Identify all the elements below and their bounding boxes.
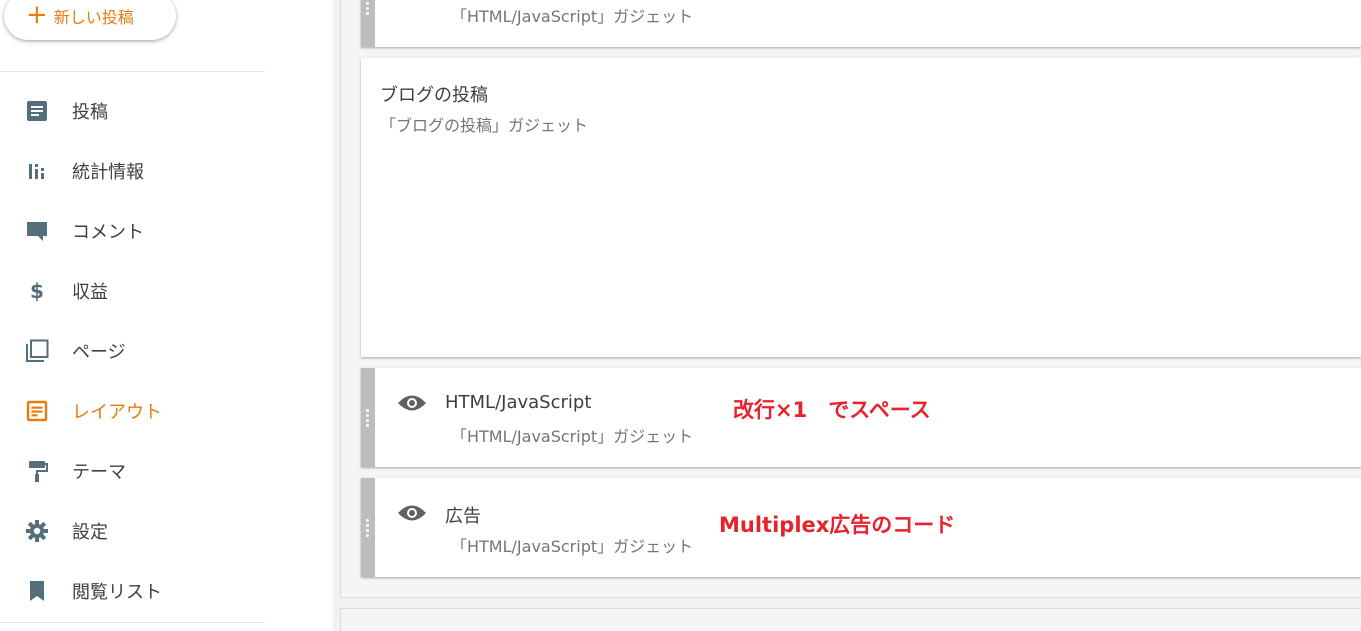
drag-handle[interactable] (361, 478, 375, 577)
gear-icon (24, 518, 50, 544)
drag-handle[interactable] (361, 0, 375, 47)
sidebar-item-label: テーマ (72, 462, 126, 483)
drag-dots-icon (366, 407, 370, 429)
sidebar: + 新しい投稿 投稿 統計情報 コメント $ 収益 ページ レイアウト テーマ … (0, 0, 333, 631)
gadget-card[interactable]: 「HTML/JavaScript」ガジェット (361, 0, 1361, 47)
annotation-line-break: 改行×1 でスペース (733, 398, 931, 422)
sidebar-divider (0, 71, 265, 72)
sidebar-item-label: 閲覧リスト (72, 582, 162, 603)
eye-icon[interactable] (397, 393, 427, 413)
sidebar-item-layout[interactable]: レイアウト (0, 381, 265, 441)
gadget-subtitle: 「HTML/JavaScript」ガジェット (451, 427, 694, 446)
dollar-icon: $ (24, 278, 50, 304)
svg-text:$: $ (30, 279, 44, 303)
comment-icon (24, 218, 50, 244)
sidebar-item-label: 収益 (72, 282, 108, 303)
sidebar-item-posts[interactable]: 投稿 (0, 81, 265, 141)
annotation-multiplex: Multiplex広告のコード (719, 513, 956, 537)
new-post-label: 新しい投稿 (53, 8, 134, 27)
plus-icon: + (26, 0, 48, 30)
drag-dots-icon (366, 517, 370, 539)
sidebar-item-stats[interactable]: 統計情報 (0, 141, 265, 201)
posts-icon (24, 98, 50, 124)
sidebar-item-label: 設定 (72, 522, 108, 543)
sidebar-divider (0, 622, 265, 623)
sidebar-item-settings[interactable]: 設定 (0, 501, 265, 561)
eye-icon[interactable] (397, 503, 427, 523)
drag-dots-icon (366, 0, 370, 17)
sidebar-item-label: 投稿 (72, 102, 108, 123)
sidebar-item-pages[interactable]: ページ (0, 321, 265, 381)
gadget-title: HTML/JavaScript (445, 392, 592, 413)
sidebar-item-label: レイアウト (72, 402, 162, 423)
sidebar-item-theme[interactable]: テーマ (0, 441, 265, 501)
sidebar-item-label: コメント (72, 222, 144, 243)
sidebar-item-reading-list[interactable]: 閲覧リスト (0, 561, 265, 621)
stats-icon (24, 158, 50, 184)
new-post-button[interactable]: + 新しい投稿 (4, 0, 176, 40)
gadget-card-blog-posts[interactable]: ブログの投稿 「ブログの投稿」ガジェット (361, 58, 1361, 357)
gadget-title: 広告 (445, 506, 481, 527)
sidebar-item-label: ページ (72, 342, 126, 363)
gadget-title: ブログの投稿 (380, 85, 488, 106)
sidebar-item-earnings[interactable]: $ 収益 (0, 261, 265, 321)
layout-icon (24, 398, 50, 424)
bookmark-icon (24, 578, 50, 604)
layout-section-next (340, 608, 1361, 631)
gadget-subtitle: 「HTML/JavaScript」ガジェット (451, 7, 694, 26)
gadget-subtitle: 「HTML/JavaScript」ガジェット (451, 537, 694, 556)
gadget-subtitle: 「ブログの投稿」ガジェット (380, 116, 589, 135)
sidebar-item-label: 統計情報 (72, 162, 144, 183)
paint-roller-icon (24, 458, 50, 484)
sidebar-nav: 投稿 統計情報 コメント $ 収益 ページ レイアウト テーマ 設定 閲覧リスト (0, 81, 265, 621)
pages-icon (24, 338, 50, 364)
sidebar-item-comments[interactable]: コメント (0, 201, 265, 261)
drag-handle[interactable] (361, 368, 375, 467)
